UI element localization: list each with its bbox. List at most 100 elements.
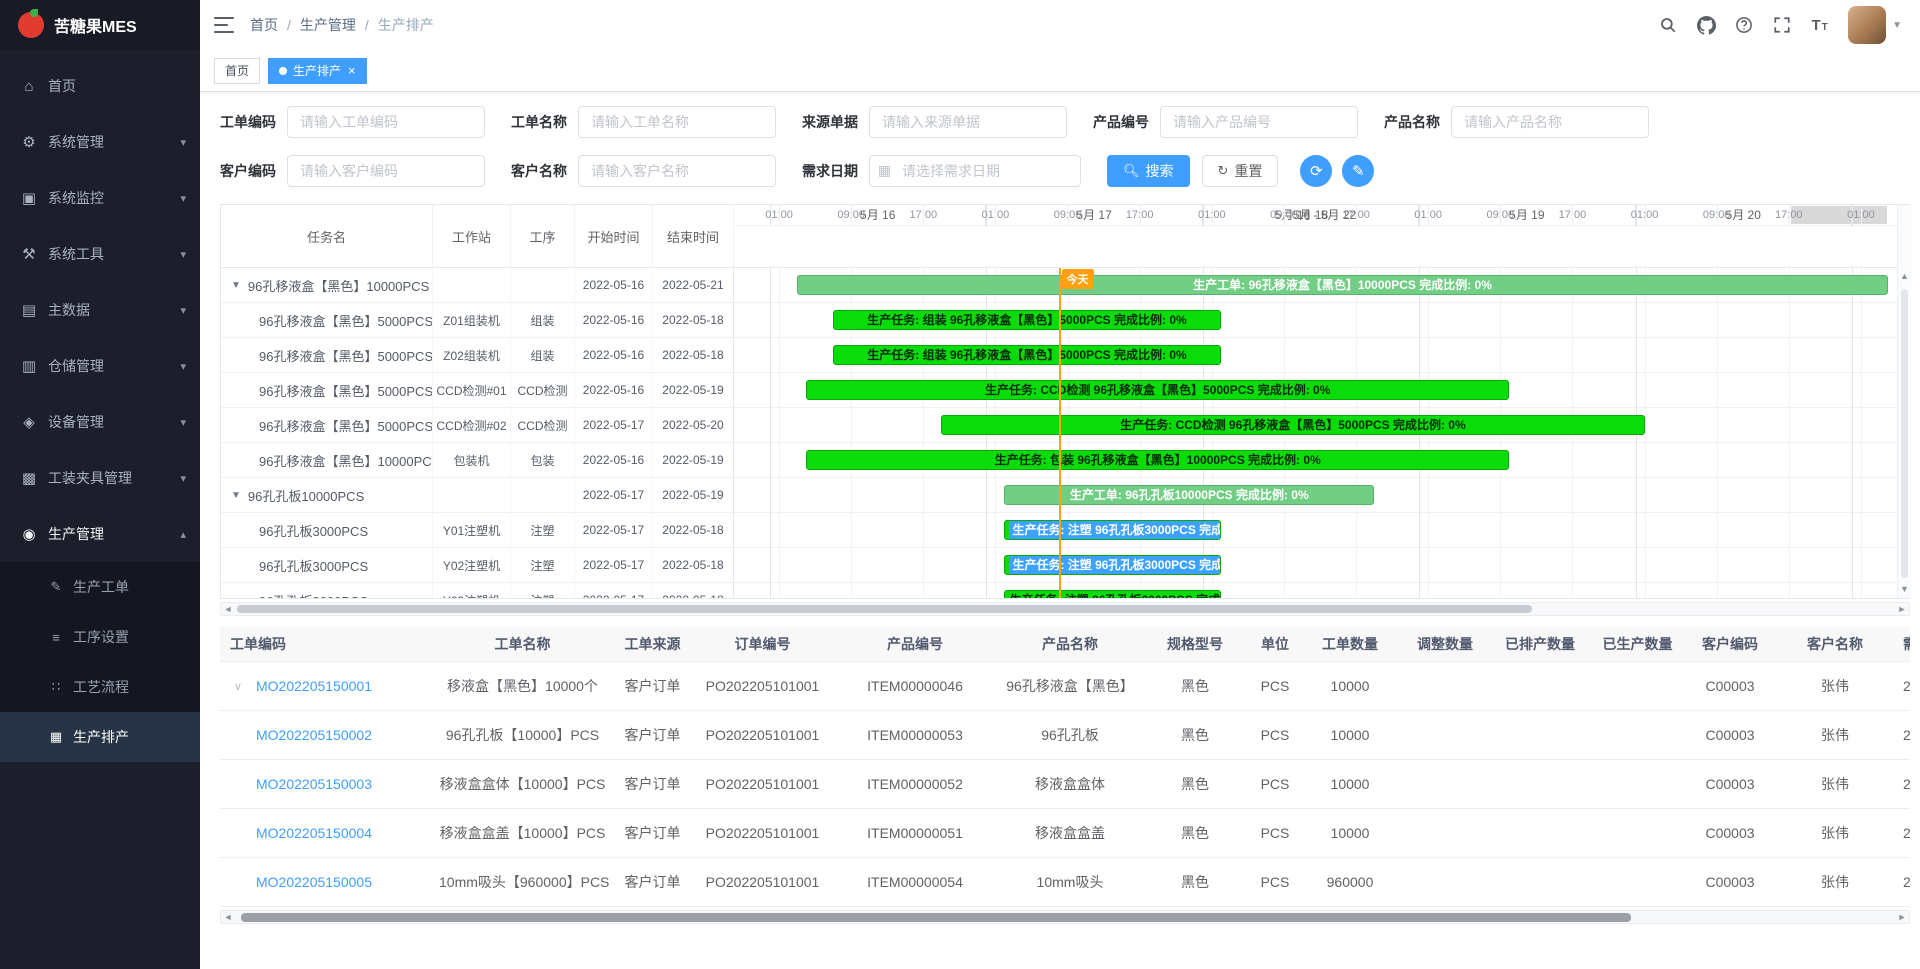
draw-circle-button[interactable]: ✎: [1342, 155, 1374, 187]
sidebar-item-work-order[interactable]: ✎生产工单: [0, 562, 200, 612]
orders-horizontal-scrollbar[interactable]: ◄ ►: [220, 910, 1910, 924]
gantt-grid-row[interactable]: 96孔移液盒【黑色】5000PCSCCD检测#02CCD检测2022-05-17…: [221, 408, 733, 443]
gantt-chart-area[interactable]: 生产工单: 96孔移液盒【黑色】10000PCS 完成比例: 0% 生产任务: 组…: [734, 268, 1897, 598]
gantt-grid-cell: 2022-05-16: [575, 373, 653, 407]
order-code-link[interactable]: MO202205150001: [256, 678, 372, 694]
gantt-bar[interactable]: 生产任务: CCD检测 96孔移液盒【黑色】5000PCS 完成比例: 0%: [806, 380, 1509, 400]
demand-date-input[interactable]: [869, 155, 1081, 187]
order-row[interactable]: ∨MO202205150001移液盒【黑色】10000个客户订单PO202205…: [220, 662, 1910, 711]
order-code-link[interactable]: MO202205150005: [256, 874, 372, 890]
customer-name-input[interactable]: [578, 155, 776, 187]
product-name-input[interactable]: [1451, 106, 1649, 138]
gantt-grid-cell: 2022-05-16: [575, 338, 653, 372]
breadcrumb-item[interactable]: 生产管理: [300, 15, 356, 35]
sidebar-item-system-admin[interactable]: ⚙系统管理▾: [0, 114, 200, 170]
scroll-right-icon[interactable]: ►: [1895, 911, 1909, 923]
search-icon[interactable]: [1658, 15, 1678, 35]
orders-hscroll-thumb[interactable]: [241, 913, 1631, 922]
sidebar-item-production[interactable]: ◉生产管理▴: [0, 506, 200, 562]
order-cell: C00003: [1685, 776, 1775, 792]
gantt-bar[interactable]: 生产任务: CCD检测 96孔移液盒【黑色】5000PCS 完成比例: 0%: [941, 415, 1644, 435]
sidebar-item-label: 设备管理: [48, 412, 180, 432]
order-row[interactable]: MO20220515000296孔孔板【10000】PCS客户订单PO20220…: [220, 711, 1910, 760]
source-doc-input[interactable]: [869, 106, 1067, 138]
gantt-grid-row[interactable]: 96孔移液盒【黑色】5000PCSZ01组装机组装2022-05-162022-…: [221, 303, 733, 338]
order-code-link[interactable]: MO202205150004: [256, 825, 372, 841]
sidebar-item-master-data[interactable]: ▤主数据▾: [0, 282, 200, 338]
customer-code-input[interactable]: [287, 155, 485, 187]
gantt-grid-row[interactable]: ▼96孔移液盒【黑色】10000PCS2022-05-162022-05-21: [221, 268, 733, 303]
work-order-code-input[interactable]: [287, 106, 485, 138]
breadcrumb-item[interactable]: 首页: [250, 15, 278, 35]
gantt-hscroll-thumb[interactable]: [237, 605, 1532, 613]
breadcrumb: 首页/生产管理/生产排产: [250, 15, 434, 35]
tab-生产排产[interactable]: 生产排产×: [268, 58, 367, 84]
user-menu[interactable]: ▼: [1848, 6, 1902, 44]
scroll-left-icon[interactable]: ◄: [221, 603, 235, 615]
tab-首页[interactable]: 首页: [214, 58, 260, 84]
gantt-task-name: 96孔移液盒【黑色】5000PCS: [259, 381, 433, 400]
order-cell: PCS: [1250, 727, 1300, 743]
gantt-bar[interactable]: 生产任务: 注塑 96孔孔板3000PCS 完成比例: 0%: [1004, 590, 1220, 598]
gantt-bar[interactable]: 生产任务: 组装 96孔移液盒【黑色】5000PCS 完成比例: 0%: [833, 345, 1221, 365]
order-row[interactable]: MO20220515000510mm吸头【960000】PCS客户订单PO202…: [220, 858, 1910, 907]
orders-column-header: 工单来源: [610, 634, 695, 654]
sidebar-subitem-label: 工艺流程: [73, 677, 129, 697]
chevron-down-icon[interactable]: ∨: [234, 680, 256, 693]
sidebar-item-home[interactable]: ⌂首页: [0, 58, 200, 114]
work-order-name-input[interactable]: [578, 106, 776, 138]
sidebar-item-warehouse[interactable]: ▥仓储管理▾: [0, 338, 200, 394]
gantt-horizontal-scrollbar[interactable]: ◄ ►: [220, 602, 1910, 616]
gantt-task-name-cell: 96孔孔板3000PCS: [221, 583, 433, 598]
sidebar-item-system-monitor[interactable]: ▣系统监控▾: [0, 170, 200, 226]
sidebar-item-equipment[interactable]: ◈设备管理▾: [0, 394, 200, 450]
gantt-grid-row[interactable]: 96孔孔板3000PCSY02注塑机注塑2022-05-172022-05-18: [221, 548, 733, 583]
gantt-grid-row[interactable]: 96孔移液盒【黑色】10000PCS包装机包装2022-05-162022-05…: [221, 443, 733, 478]
scroll-right-icon[interactable]: ►: [1895, 603, 1909, 615]
gantt-vertical-scrollbar[interactable]: ▲ ▼: [1897, 205, 1911, 598]
scroll-up-icon[interactable]: ▲: [1898, 271, 1911, 281]
gantt-bar[interactable]: 生产任务: 组装 96孔移液盒【黑色】5000PCS 完成比例: 0%: [833, 310, 1221, 330]
gantt-bar[interactable]: 生产任务: 注塑 96孔孔板3000PCS 完成比例: 0%: [1004, 520, 1220, 540]
gantt-grid-row[interactable]: 96孔移液盒【黑色】5000PCSZ02组装机组装2022-05-162022-…: [221, 338, 733, 373]
scroll-left-icon[interactable]: ◄: [221, 911, 235, 923]
order-row[interactable]: MO202205150003移液盒盒体【10000】PCS客户订单PO20220…: [220, 760, 1910, 809]
refresh-circle-button[interactable]: ⟳: [1300, 155, 1332, 187]
gantt-grid-row[interactable]: 96孔孔板3000PCSY01注塑机注塑2022-05-172022-05-18: [221, 513, 733, 548]
gantt-grid-row[interactable]: ▼96孔孔板10000PCS2022-05-172022-05-19: [221, 478, 733, 513]
font-size-icon[interactable]: TT: [1810, 15, 1830, 35]
gantt-bar[interactable]: 生产工单: 96孔移液盒【黑色】10000PCS 完成比例: 0%: [797, 275, 1888, 295]
order-row[interactable]: MO202205150004移液盒盒盖【10000】PCS客户订单PO20220…: [220, 809, 1910, 858]
scroll-down-icon[interactable]: ▼: [1898, 584, 1911, 594]
sidebar-item-process-flow[interactable]: ∷工艺流程: [0, 662, 200, 712]
order-code-link[interactable]: MO202205150003: [256, 776, 372, 792]
tree-expand-icon[interactable]: ▼: [231, 490, 241, 501]
sidebar-item-fixture[interactable]: ▩工装夹具管理▾: [0, 450, 200, 506]
gantt-grid-cell: 2022-05-17: [575, 548, 653, 582]
chevron-down-icon: ▾: [180, 192, 186, 205]
reset-button[interactable]: ↻ 重置: [1202, 155, 1279, 187]
sidebar-item-process-settings[interactable]: ≡工序设置: [0, 612, 200, 662]
gantt-bar[interactable]: 生产任务: 包装 96孔移液盒【黑色】10000PCS 完成比例: 0%: [806, 450, 1509, 470]
gantt-grid-row[interactable]: 96孔孔板3000PCSY03注塑机注塑2022-05-172022-05-18: [221, 583, 733, 598]
tree-expand-icon[interactable]: ▼: [231, 280, 241, 291]
warehouse-icon: ▥: [20, 357, 38, 375]
order-code-link[interactable]: MO202205150002: [256, 727, 372, 743]
gantt-bar-label: 生产任务: 注塑 96孔孔板3000PCS 完成比例: 0%: [1009, 593, 1220, 598]
sidebar-item-system-tools[interactable]: ⚒系统工具▾: [0, 226, 200, 282]
app-logo[interactable]: 苦糖果MES: [0, 0, 200, 50]
sidebar-item-scheduling[interactable]: ▦生产排产: [0, 712, 200, 762]
gantt-grid-row[interactable]: 96孔移液盒【黑色】5000PCSCCD检测#01CCD检测2022-05-16…: [221, 373, 733, 408]
help-icon[interactable]: [1734, 15, 1754, 35]
search-button[interactable]: 🔍︎ 搜索: [1107, 155, 1190, 187]
sidebar-toggle-icon[interactable]: [214, 17, 234, 33]
gantt-grid-cell: 2022-05-17: [575, 478, 653, 512]
filter-row-1: 工单编码工单名称来源单据产品编号产品名称: [220, 106, 1910, 138]
product-code-input[interactable]: [1160, 106, 1358, 138]
vertical-scroll-thumb[interactable]: [1901, 289, 1908, 578]
avatar[interactable]: [1848, 6, 1886, 44]
github-icon[interactable]: [1696, 15, 1716, 35]
fullscreen-icon[interactable]: [1772, 15, 1792, 35]
gantt-bar[interactable]: 生产任务: 注塑 96孔孔板3000PCS 完成比例: 0%: [1004, 555, 1220, 575]
close-icon[interactable]: ×: [348, 64, 356, 77]
